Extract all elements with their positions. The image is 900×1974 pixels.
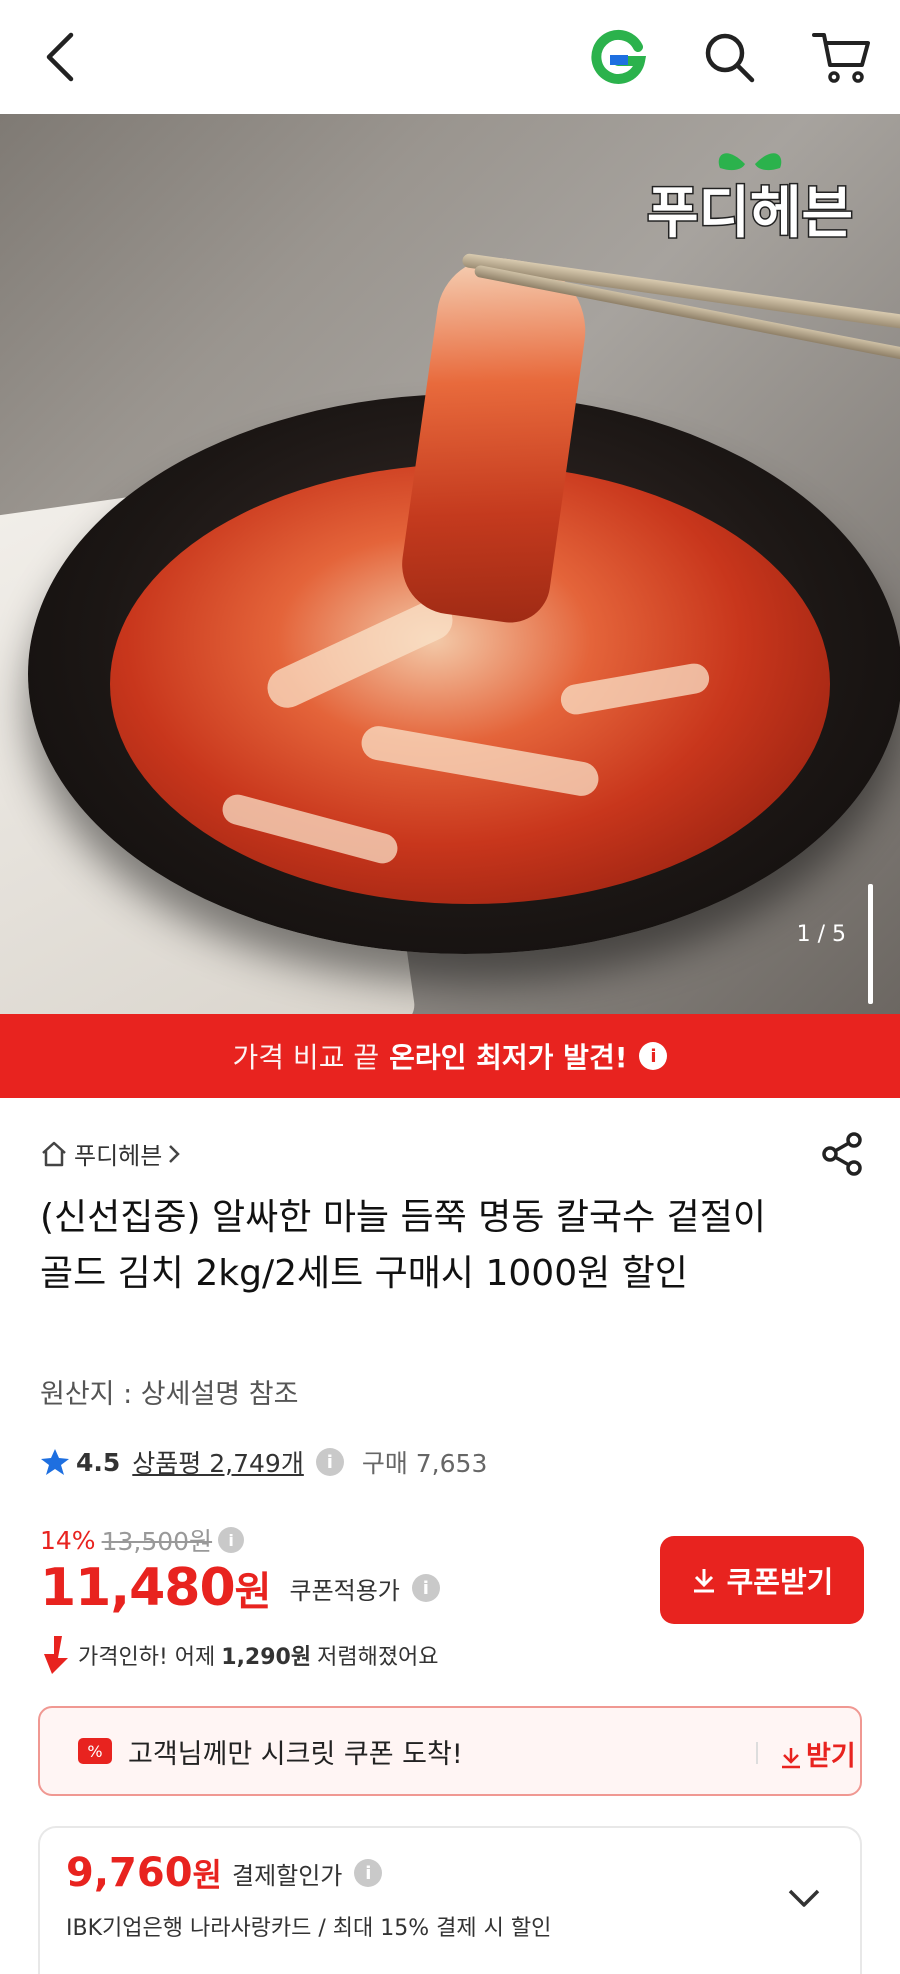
info-icon[interactable]: i [218,1527,245,1553]
coupon-applied-label: 쿠폰적용가 [289,1576,400,1605]
back-arrow-icon [46,32,74,82]
home-icon [42,1141,66,1166]
price-drop-suffix: 저렴해졌어요 [317,1645,439,1670]
coupon-tag-icon: % [78,1738,112,1764]
card-discount-price: 9,760 [66,1850,193,1896]
discount-percent: 14% [40,1525,96,1555]
chevron-down-icon [788,1889,820,1907]
info-icon[interactable]: i [639,1042,668,1070]
secret-coupon-text: 고객님께만 시크릿 쿠폰 도착! [128,1738,463,1770]
cart-icon [812,33,870,83]
original-price: 13,500원 [101,1527,213,1556]
coupon-button-label: 쿠폰받기 [726,1565,834,1599]
divider [756,1742,758,1764]
search-button[interactable] [696,24,762,90]
price-row: 11,480 원 쿠폰적용가 i [40,1558,440,1618]
banner-light-text: 가격 비교 끝 [232,1041,380,1074]
download-icon [693,1569,714,1593]
g-logo-button[interactable] [585,24,651,90]
info-icon[interactable]: i [354,1859,383,1887]
secret-coupon-get-button[interactable]: 받기 [780,1734,856,1773]
share-button[interactable] [818,1130,866,1178]
secret-coupon-banner[interactable]: % 고객님께만 시크릿 쿠폰 도착! 받기 [38,1706,862,1796]
card-discount-label: 결제할인가 [231,1861,343,1890]
download-icon [782,1747,800,1768]
rating-score: 4.5 [76,1447,121,1477]
info-icon[interactable]: i [315,1448,344,1476]
chevron-right-icon [169,1144,181,1163]
origin-text: 원산지 : 상세설명 참조 [40,1379,299,1410]
purchase-count: 구매 7,653 [361,1449,488,1478]
info-icon[interactable]: i [411,1574,440,1602]
expand-button[interactable] [784,1878,824,1918]
card-discount-unit: 원 [192,1856,222,1894]
sale-price: 11,480 [40,1558,236,1618]
share-icon [822,1132,862,1176]
store-name: 푸디헤븐 [74,1142,163,1170]
price-unit: 원 [234,1569,272,1615]
price-drop-prefix: 가격인하! 어제 [78,1645,216,1670]
rating-row: 4.5 상품평 2,749개 i 구매 7,653 [40,1444,487,1480]
price-compare-banner[interactable]: 가격 비교 끝 온라인 최저가 발견! i [0,1014,900,1098]
product-image-carousel[interactable]: 푸디헤븐 1 / 5 [0,114,900,1014]
price-drop-amount: 1,290원 [221,1645,312,1670]
top-app-bar [0,0,900,114]
svg-text:푸디헤븐: 푸디헤븐 [647,181,853,246]
star-icon [41,1449,69,1475]
product-title: (신선집중) 알싸한 마늘 듬쭉 명동 칼국수 겉절이 골드 김치 2kg/2세… [40,1197,767,1294]
get-coupon-button[interactable]: 쿠폰받기 [660,1536,864,1624]
brand-logo: 푸디헤븐 [645,153,855,248]
page-indicator: 1 / 5 [796,922,846,947]
store-link[interactable]: 푸디헤븐 [40,1136,182,1171]
card-discount-price-row: 9,760 원 결제할인가 i [66,1850,383,1896]
g-logo-icon [591,29,647,84]
banner-bold-text: 온라인 최저가 발견! [389,1041,628,1074]
scroll-indicator [868,884,873,1004]
review-link[interactable]: 상품평 2,749개 [132,1444,304,1480]
price-drop-notice: 가격인하! 어제 1,290원 저렴해졌어요 [40,1634,439,1676]
secret-coupon-get-label: 받기 [806,1741,856,1772]
price-down-arrow-icon [44,1636,68,1674]
back-button[interactable] [30,22,90,92]
card-discount-box[interactable] [38,1826,862,1974]
discount-row: 14% 13,500원 i [40,1522,245,1558]
card-discount-description: IBK기업은행 나라사랑카드 / 최대 15% 결제 시 할인 [66,1916,552,1941]
cart-button[interactable] [806,24,878,90]
search-icon [705,33,755,83]
